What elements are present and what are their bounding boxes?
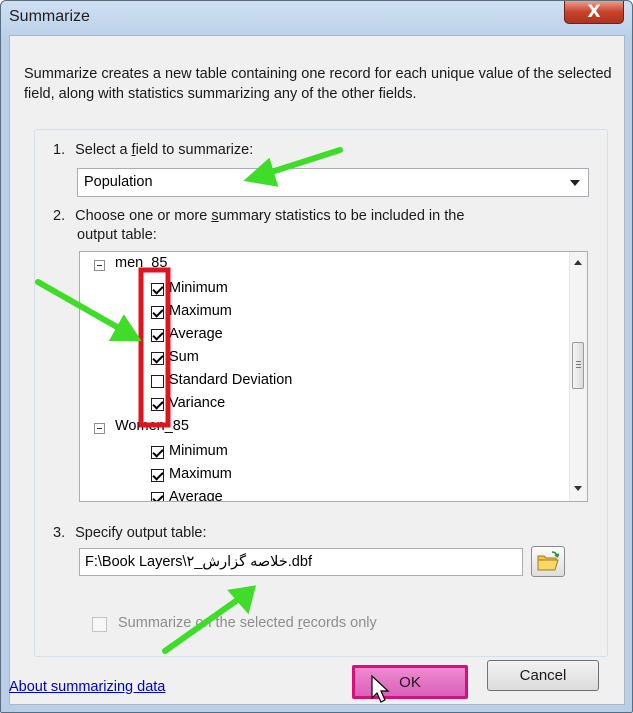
step2-label: 2. Choose one or more summary statistics… xyxy=(53,208,464,224)
close-button[interactable]: X xyxy=(564,1,624,24)
statistics-tree[interactable]: men_85 Minimum Maximum Average Sum Stand… xyxy=(79,251,588,502)
selected-field-value: Population xyxy=(84,174,153,190)
vertical-scrollbar[interactable] xyxy=(569,252,587,501)
summarize-field-dropdown[interactable]: Population xyxy=(77,168,589,197)
window-title: Summarize xyxy=(9,8,90,25)
grip-line xyxy=(576,367,581,368)
step2-text-line1: Choose one or more summary statistics to… xyxy=(75,208,464,224)
output-path-value: F:\Book Layers\خلاصه گزارش_۲.dbf xyxy=(85,554,312,570)
selected-records-only-checkbox xyxy=(92,617,107,632)
stat-checkbox[interactable] xyxy=(151,446,164,459)
stat-checkbox[interactable] xyxy=(151,329,164,342)
step1-number: 1. xyxy=(53,142,66,158)
stat-checkbox[interactable] xyxy=(151,306,164,319)
close-icon: X xyxy=(587,2,601,22)
stat-checkbox[interactable] xyxy=(151,283,164,296)
step2-number: 2. xyxy=(53,208,66,224)
collapse-icon[interactable] xyxy=(94,423,105,434)
open-folder-icon xyxy=(537,551,560,571)
grip-line xyxy=(576,364,581,365)
step1-text-post: ield to summarize: xyxy=(135,142,254,158)
step2-text-accel: s xyxy=(211,208,219,224)
stat-label: Average xyxy=(169,489,223,502)
stat-checkbox[interactable] xyxy=(151,352,164,365)
stat-checkbox[interactable] xyxy=(151,492,164,501)
stat-label: Average xyxy=(169,326,223,342)
cancel-button-label: Cancel xyxy=(519,667,567,684)
stat-label: Maximum xyxy=(169,303,232,319)
step3-number: 3. xyxy=(53,525,66,541)
stat-checkbox[interactable] xyxy=(151,398,164,411)
scroll-thumb[interactable] xyxy=(572,342,584,389)
step3-text: Specify output table: xyxy=(75,525,207,541)
stat-label: Minimum xyxy=(169,443,228,459)
field-name: Women_85 xyxy=(115,418,189,434)
stat-label: Standard Deviation xyxy=(169,372,293,388)
output-table-field[interactable]: F:\Book Layers\خلاصه گزارش_۲.dbf xyxy=(79,548,523,576)
about-summarizing-link[interactable]: About summarizing data xyxy=(9,679,165,695)
field-name: men_85 xyxy=(115,255,168,271)
step1-text-pre: Select a xyxy=(75,142,132,158)
chevron-down-icon[interactable] xyxy=(570,180,580,186)
step2-text-line2: output table: xyxy=(77,227,157,243)
stat-label: Minimum xyxy=(169,280,228,296)
selected-records-label-pre: Summarize on the selected xyxy=(118,615,298,631)
stat-label: Sum xyxy=(169,349,199,365)
ok-button[interactable]: OK xyxy=(352,665,468,699)
title-bar[interactable]: Summarize X xyxy=(1,1,632,35)
ok-button-label: OK xyxy=(399,674,421,691)
stat-label: Maximum xyxy=(169,466,232,482)
stat-checkbox[interactable] xyxy=(151,375,164,388)
cancel-button[interactable]: Cancel xyxy=(487,660,599,691)
step2-text-post: ummary statistics to be included in the xyxy=(218,208,465,224)
scroll-down-arrow-icon[interactable] xyxy=(574,486,582,491)
step1-label: 1. Select a field to summarize: xyxy=(53,142,253,158)
selected-records-only-label: Summarize on the selected records only xyxy=(118,615,377,631)
stat-checkbox[interactable] xyxy=(151,469,164,482)
step3-label: 3. Specify output table: xyxy=(53,525,207,541)
dialog-description: Summarize creates a new table containing… xyxy=(24,66,612,102)
scroll-up-arrow-icon[interactable] xyxy=(574,260,582,265)
grip-line xyxy=(576,361,581,362)
collapse-icon[interactable] xyxy=(94,260,105,271)
browse-output-button[interactable] xyxy=(531,546,565,577)
selected-records-label-post: ecords only xyxy=(302,615,377,631)
stat-label: Variance xyxy=(169,395,226,411)
step1-text: Select a field to summarize: xyxy=(75,142,253,158)
step2-text-pre: Choose one or more xyxy=(75,208,212,224)
